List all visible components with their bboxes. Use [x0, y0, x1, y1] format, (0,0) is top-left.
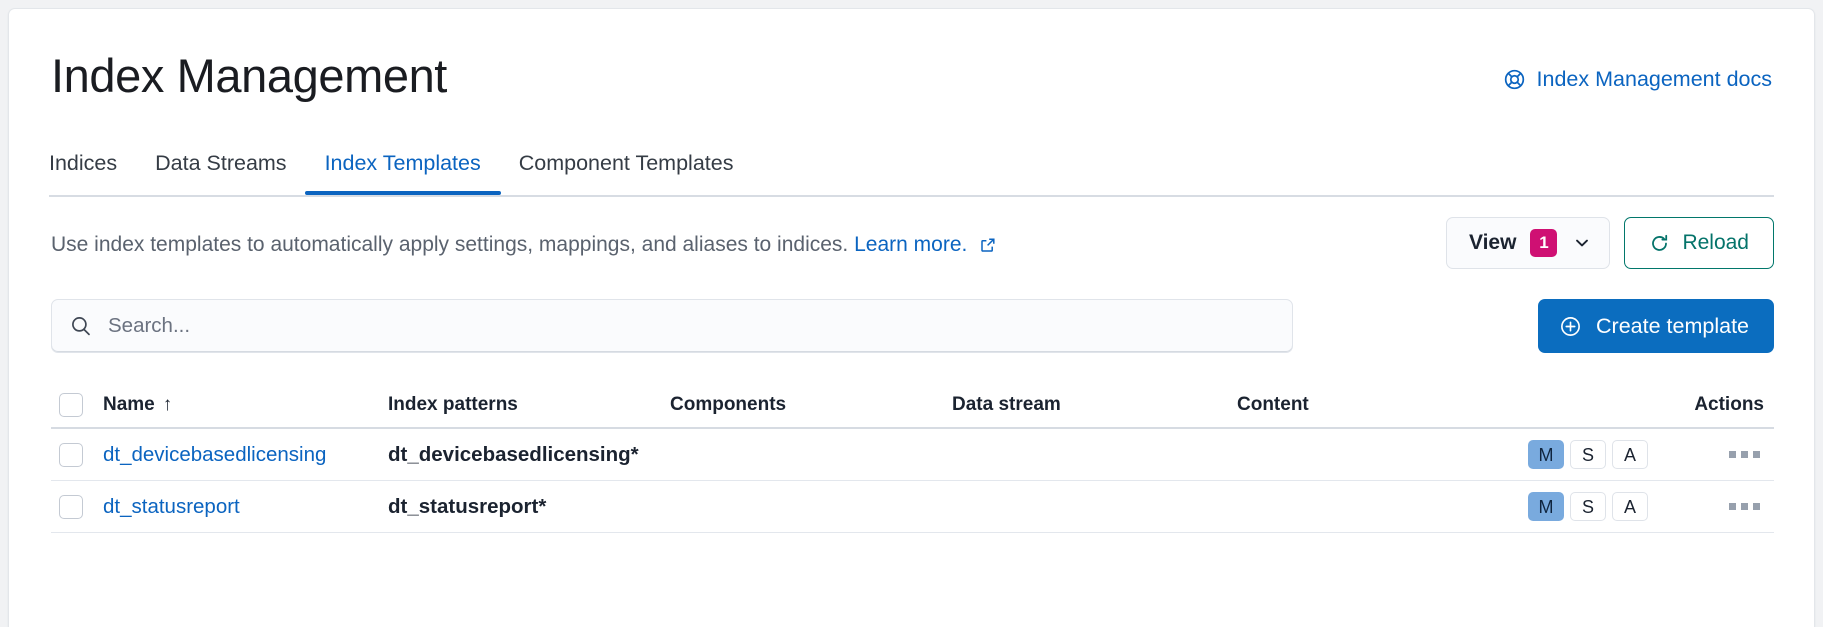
template-name-link[interactable]: dt_statusreport	[103, 495, 240, 518]
search-box[interactable]	[51, 299, 1293, 353]
select-all-cell	[51, 393, 103, 417]
index-management-page: Index Management Index Management docs	[0, 0, 1823, 627]
search-icon	[70, 315, 92, 337]
row-select-cell	[51, 443, 103, 467]
view-button[interactable]: View 1	[1446, 217, 1610, 269]
table-row: dt_devicebasedlicensing dt_devicebasedli…	[51, 429, 1774, 481]
template-name-link[interactable]: dt_devicebasedlicensing	[103, 443, 326, 466]
lifebuoy-icon	[1503, 68, 1526, 91]
tab-data-streams[interactable]: Data Streams	[155, 135, 286, 191]
plus-in-circle-icon	[1559, 315, 1582, 338]
create-template-button[interactable]: Create template	[1538, 299, 1774, 353]
content-badge-aliases[interactable]: A	[1612, 492, 1648, 521]
column-header-index-patterns[interactable]: Index patterns	[388, 394, 670, 416]
content-badge-mappings[interactable]: M	[1528, 440, 1564, 469]
panel-inner: Index Management Index Management docs	[49, 9, 1774, 627]
index-pattern-value: dt_statusreport*	[388, 495, 546, 518]
table-row: dt_statusreport dt_statusreport* M S A	[51, 481, 1774, 533]
docs-link-label: Index Management docs	[1537, 65, 1772, 93]
ellipsis-icon[interactable]	[1725, 443, 1764, 466]
index-pattern-value: dt_devicebasedlicensing*	[388, 443, 639, 466]
page-header: Index Management Index Management docs	[49, 47, 1774, 113]
search-row: Create template	[49, 299, 1774, 355]
row-checkbox[interactable]	[59, 495, 83, 519]
row-index-pattern-cell: dt_statusreport*	[388, 495, 670, 519]
column-header-data-stream[interactable]: Data stream	[952, 394, 1237, 416]
view-filter-count-badge: 1	[1530, 229, 1557, 257]
chevron-down-icon	[1571, 234, 1591, 252]
row-content-cell: M S A	[1237, 492, 1654, 521]
description-row: Use index templates to automatically app…	[49, 214, 1774, 276]
content-badge-group: M S A	[1237, 492, 1654, 521]
column-header-content[interactable]: Content	[1237, 394, 1654, 416]
index-management-docs-link[interactable]: Index Management docs	[1503, 65, 1772, 93]
row-actions-cell	[1654, 495, 1774, 518]
content-badge-settings[interactable]: S	[1570, 440, 1606, 469]
column-header-components[interactable]: Components	[670, 394, 952, 416]
row-checkbox[interactable]	[59, 443, 83, 467]
tab-bar-divider	[49, 195, 1774, 197]
index-templates-table: Name ↑ Index patterns Components Data str…	[51, 383, 1774, 533]
view-button-label: View	[1469, 231, 1516, 255]
learn-more-link[interactable]: Learn more.	[854, 233, 967, 256]
description-text-wrapper: Use index templates to automatically app…	[51, 230, 996, 260]
sort-ascending-icon: ↑	[163, 394, 173, 415]
row-select-cell	[51, 495, 103, 519]
row-name-cell: dt_devicebasedlicensing	[103, 443, 388, 467]
tab-index-templates[interactable]: Index Templates	[325, 135, 481, 191]
column-header-actions: Actions	[1654, 394, 1774, 416]
ellipsis-icon[interactable]	[1725, 495, 1764, 518]
content-badge-settings[interactable]: S	[1570, 492, 1606, 521]
create-template-label: Create template	[1596, 314, 1749, 339]
table-controls: View 1	[1446, 217, 1774, 269]
content-badge-mappings[interactable]: M	[1528, 492, 1564, 521]
table-header-row: Name ↑ Index patterns Components Data str…	[51, 383, 1774, 429]
tab-component-templates[interactable]: Component Templates	[519, 135, 734, 191]
reload-button-label: Reload	[1682, 231, 1749, 255]
select-all-checkbox[interactable]	[59, 393, 83, 417]
content-badge-group: M S A	[1237, 440, 1654, 469]
row-actions-cell	[1654, 443, 1774, 466]
description-text: Use index templates to automatically app…	[51, 233, 848, 256]
content-badge-aliases[interactable]: A	[1612, 440, 1648, 469]
row-content-cell: M S A	[1237, 440, 1654, 469]
external-link-icon	[973, 233, 996, 256]
row-index-pattern-cell: dt_devicebasedlicensing*	[388, 443, 670, 467]
search-input[interactable]	[106, 313, 1274, 339]
reload-button[interactable]: Reload	[1624, 217, 1774, 269]
tab-bar: Indices Data Streams Index Templates Com…	[49, 135, 1774, 195]
page-title: Index Management	[51, 45, 447, 107]
column-header-name-label: Name	[103, 394, 155, 415]
tab-indices[interactable]: Indices	[49, 135, 117, 191]
column-header-name[interactable]: Name ↑	[103, 394, 388, 416]
refresh-icon	[1649, 233, 1670, 254]
content-panel: Index Management Index Management docs	[8, 8, 1815, 627]
row-name-cell: dt_statusreport	[103, 495, 388, 519]
